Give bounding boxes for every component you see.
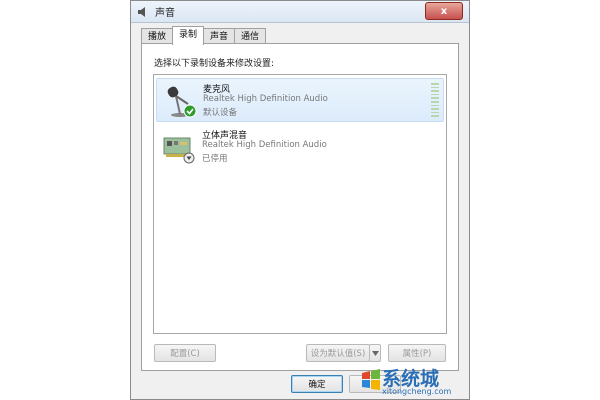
recording-panel: 选择以下录制设备来修改设置: 麦克风 Realtek High Definiti… (141, 43, 459, 371)
instruction-text: 选择以下录制设备来修改设置: (154, 59, 275, 69)
configure-button[interactable]: 配置(C) (154, 344, 216, 362)
chevron-down-icon (371, 350, 379, 356)
set-default-button[interactable]: 设为默认值(S) (306, 344, 370, 362)
title-bar: 声音 x (131, 1, 469, 23)
tab-strip: 播放 录制 声音 通信 (141, 26, 267, 45)
close-icon: x (440, 5, 448, 17)
set-default-dropdown[interactable] (369, 344, 381, 362)
device-status: 已停用 (202, 154, 228, 164)
watermark-url: xitongcheng.com (382, 387, 452, 396)
device-description: Realtek High Definition Audio (202, 140, 327, 150)
speaker-icon (138, 6, 145, 17)
tab-recording[interactable]: 录制 (172, 26, 205, 45)
sound-dialog: 声音 x 播放 录制 声音 通信 选择以下录制设备来修改设置: 麦克风 Real… (130, 0, 470, 400)
sound-card-icon (163, 137, 195, 164)
list-item-stereo-mix[interactable]: 立体声混音 Realtek High Definition Audio 已停用 (156, 125, 444, 169)
device-status: 默认设备 (203, 108, 238, 118)
level-meter (431, 83, 439, 117)
device-description: Realtek High Definition Audio (203, 94, 328, 104)
device-list[interactable]: 麦克风 Realtek High Definition Audio 默认设备 立… (153, 74, 447, 334)
watermark-logo: 系统城 xitongcheng.com (360, 365, 470, 400)
check-badge-icon (183, 104, 197, 118)
list-item-microphone[interactable]: 麦克风 Realtek High Definition Audio 默认设备 (156, 78, 444, 122)
close-button[interactable]: x (425, 2, 463, 20)
window-title: 声音 (155, 8, 175, 19)
ok-button[interactable]: 确定 (291, 375, 343, 393)
properties-button[interactable]: 属性(P) (388, 344, 446, 362)
microphone-icon (167, 86, 197, 118)
windows-logo-icon (362, 369, 380, 390)
